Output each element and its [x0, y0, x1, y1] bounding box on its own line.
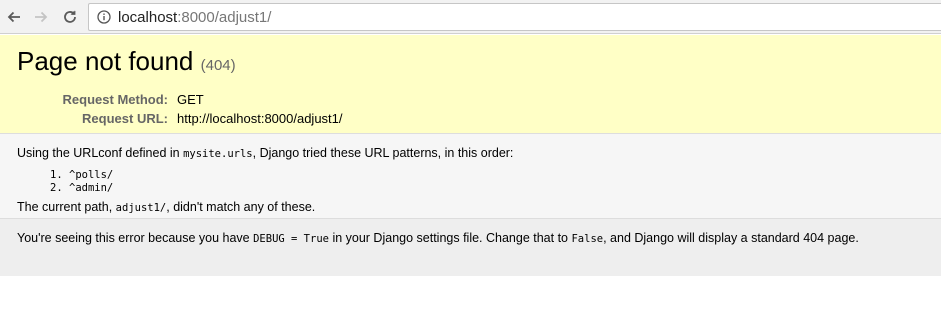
forward-arrow-icon — [35, 11, 48, 23]
request-url-value: http://localhost:8000/adjust1/ — [177, 111, 343, 126]
urlconf-module: mysite.urls — [183, 148, 253, 160]
request-url-row: Request URL: http://localhost:8000/adjus… — [17, 109, 343, 128]
debug-setting: DEBUG = True — [253, 233, 329, 245]
false-value: False — [571, 233, 604, 245]
explanation-text-post: , and Django will display a standard 404… — [603, 231, 859, 245]
explanation-text-pre: You're seeing this error because you hav… — [17, 231, 254, 245]
request-meta-table: Request Method: GET Request URL: http://… — [17, 90, 343, 128]
current-path: adjust1/ — [115, 202, 167, 214]
browser-toolbar: localhost:8000/adjust1/ — [0, 0, 941, 34]
current-path-text-pre: The current path, — [17, 200, 116, 214]
page-content: Page not found (404) Request Method: GET… — [0, 35, 941, 276]
title-text: Page not found — [17, 46, 194, 76]
urlconf-text-pre: Using the URLconf defined in — [17, 146, 184, 160]
info-section: Using the URLconf defined in mysite.urls… — [0, 134, 941, 218]
url-host: localhost — [118, 9, 178, 26]
url-patterns-list: ^polls/ ^admin/ — [69, 169, 924, 195]
request-method-row: Request Method: GET — [17, 90, 343, 109]
address-bar[interactable]: localhost:8000/adjust1/ — [88, 3, 941, 31]
info-icon[interactable] — [97, 10, 111, 24]
url-pattern-item: ^polls/ — [69, 169, 924, 182]
url-text[interactable]: localhost:8000/adjust1/ — [118, 9, 271, 26]
summary-section: Page not found (404) Request Method: GET… — [0, 35, 941, 134]
debug-explanation: You're seeing this error because you hav… — [17, 230, 924, 248]
request-url-label: Request URL: — [82, 111, 168, 126]
current-path-text-post: , didn't match any of these. — [166, 200, 316, 214]
explanation-text-mid: in your Django settings file. Change tha… — [328, 231, 572, 245]
reload-button[interactable] — [58, 5, 82, 29]
current-path-message: The current path, adjust1/, didn't match… — [17, 199, 924, 217]
urlconf-text-post: , Django tried these URL patterns, in th… — [252, 146, 514, 160]
back-arrow-icon — [7, 11, 20, 23]
explanation-section: You're seeing this error because you hav… — [0, 218, 941, 276]
forward-button[interactable] — [29, 5, 53, 29]
page-title: Page not found (404) — [17, 46, 924, 81]
url-pattern-item: ^admin/ — [69, 182, 924, 195]
urlconf-message: Using the URLconf defined in mysite.urls… — [17, 145, 924, 163]
reload-icon — [64, 10, 76, 23]
back-button[interactable] — [2, 5, 26, 29]
status-code: (404) — [200, 57, 236, 74]
url-path: :8000/adjust1/ — [177, 9, 272, 26]
request-method-label: Request Method: — [62, 92, 168, 107]
request-method-value: GET — [177, 92, 204, 107]
